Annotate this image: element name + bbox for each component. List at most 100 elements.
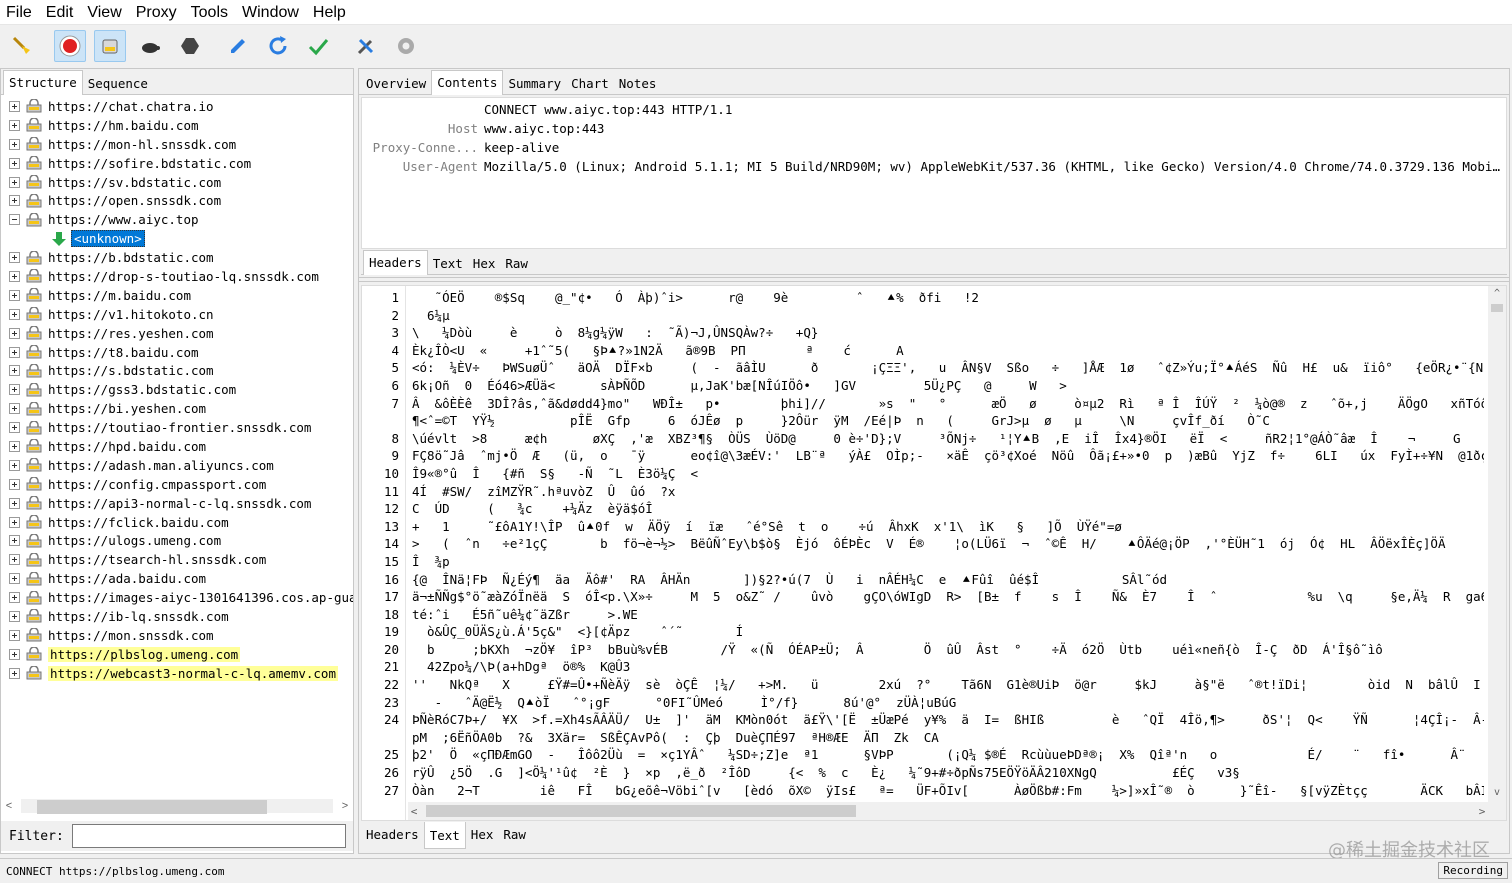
- expand-icon[interactable]: [9, 157, 20, 169]
- body-vertical-scrollbar[interactable]: ^ v: [1488, 286, 1506, 820]
- tab-request-headers[interactable]: Headers: [363, 250, 428, 275]
- tree-horizontal-scrollbar[interactable]: < >: [3, 797, 351, 815]
- tree-host-row[interactable]: https://hm.baidu.com: [1, 116, 353, 135]
- scroll-up-icon[interactable]: ^: [1488, 288, 1506, 299]
- tree-host-row[interactable]: https://toutiao-frontier.snssdk.com: [1, 418, 353, 437]
- expand-icon[interactable]: [9, 365, 20, 377]
- tab-response-hex[interactable]: Hex: [466, 823, 499, 845]
- tab-notes[interactable]: Notes: [614, 72, 662, 94]
- tree-child-row[interactable]: <unknown>: [1, 229, 353, 248]
- selected-request-label[interactable]: <unknown>: [71, 230, 145, 248]
- expand-icon[interactable]: [9, 384, 20, 396]
- tab-sequence[interactable]: Sequence: [83, 72, 153, 94]
- settings-gear-icon[interactable]: [390, 30, 422, 62]
- tab-contents[interactable]: Contents: [431, 70, 504, 95]
- breakpoint-icon[interactable]: [174, 30, 206, 62]
- tree-host-row[interactable]: https://b.bdstatic.com: [1, 248, 353, 267]
- tab-request-hex[interactable]: Hex: [468, 252, 501, 274]
- validate-check-icon[interactable]: [302, 30, 334, 62]
- expand-icon[interactable]: [9, 252, 20, 264]
- tree-host-row[interactable]: https://tsearch-hl.snssdk.com: [1, 550, 353, 569]
- expand-icon[interactable]: [9, 573, 20, 585]
- tree-host-row[interactable]: https://hpd.baidu.com: [1, 437, 353, 456]
- expand-icon[interactable]: [9, 289, 20, 301]
- turtle-icon[interactable]: [134, 30, 166, 62]
- scroll-left-icon[interactable]: <: [408, 805, 420, 818]
- tab-overview[interactable]: Overview: [361, 72, 431, 94]
- menu-help[interactable]: Help: [311, 0, 354, 25]
- expand-icon[interactable]: [9, 554, 20, 566]
- expand-icon[interactable]: [9, 346, 20, 358]
- expand-icon[interactable]: [9, 440, 20, 452]
- tab-request-text[interactable]: Text: [428, 252, 468, 274]
- tab-structure[interactable]: Structure: [3, 70, 83, 95]
- tree-host-row[interactable]: https://ib-lq.snssdk.com: [1, 607, 353, 626]
- tab-chart[interactable]: Chart: [566, 72, 614, 94]
- scroll-right-icon[interactable]: >: [1476, 805, 1488, 818]
- expand-icon[interactable]: [9, 403, 20, 415]
- body-horizontal-scrollbar[interactable]: < >: [408, 802, 1488, 820]
- throttle-icon[interactable]: [94, 30, 126, 62]
- filter-input[interactable]: [71, 824, 346, 848]
- broom-icon[interactable]: [6, 30, 38, 62]
- edit-pen-icon[interactable]: [222, 30, 254, 62]
- tree-host-row[interactable]: https://gss3.bdstatic.com: [1, 380, 353, 399]
- response-body-view[interactable]: 1 2 3 4 5 6 7 8 9 10 11 12 13 14 15 16 17 18 19 20 21 22 23 24 2…: [361, 285, 1507, 821]
- expand-icon[interactable]: [9, 100, 20, 112]
- tree-host-row[interactable]: https://adash.man.aliyuncs.com: [1, 456, 353, 475]
- tree-host-row[interactable]: https://sv.bdstatic.com: [1, 173, 353, 192]
- expand-icon[interactable]: [9, 422, 20, 434]
- tree-host-row[interactable]: https://fclick.baidu.com: [1, 513, 353, 532]
- expand-icon[interactable]: [9, 610, 20, 622]
- expand-icon[interactable]: [9, 629, 20, 641]
- tree-host-row[interactable]: https://images-aiyc-1301641396.cos.ap-gu…: [1, 588, 353, 607]
- expand-icon[interactable]: [9, 195, 20, 207]
- expand-icon[interactable]: [9, 138, 20, 150]
- tree-host-row[interactable]: https://config.cmpassport.com: [1, 475, 353, 494]
- menu-edit[interactable]: Edit: [44, 0, 82, 25]
- tree-host-row[interactable]: https://ulogs.umeng.com: [1, 531, 353, 550]
- tree-host-row[interactable]: https://chat.chatra.io: [1, 97, 353, 116]
- menu-window[interactable]: Window: [240, 0, 307, 25]
- tree-host-row[interactable]: https://bi.yeshen.com: [1, 399, 353, 418]
- scroll-thumb[interactable]: [426, 805, 856, 817]
- scroll-right-icon[interactable]: >: [339, 800, 351, 812]
- expand-icon[interactable]: [9, 270, 20, 282]
- expand-icon[interactable]: [9, 478, 20, 490]
- tree-host-row[interactable]: https://s.bdstatic.com: [1, 361, 353, 380]
- pane-splitter[interactable]: [359, 277, 1509, 282]
- tree-host-row[interactable]: https://mon-hl.snssdk.com: [1, 135, 353, 154]
- tree-host-row[interactable]: https://webcast3-normal-c-lq.amemv.com: [1, 664, 353, 683]
- expand-icon[interactable]: [9, 667, 20, 679]
- tab-summary[interactable]: Summary: [503, 72, 566, 94]
- tree-host-row[interactable]: https://v1.hitokoto.cn: [1, 305, 353, 324]
- tree-host-row[interactable]: https://res.yeshen.com: [1, 324, 353, 343]
- response-text[interactable]: ˜ÓEÖ ®$Sq @_"¢• Ó Àþ)ˆi> r@ 9è ˆ ⯅% ðfi …: [412, 290, 1484, 798]
- expand-icon[interactable]: [9, 459, 20, 471]
- expand-icon[interactable]: [9, 497, 20, 509]
- tree-host-row[interactable]: https://api3-normal-c-lq.snssdk.com: [1, 494, 353, 513]
- menu-tools[interactable]: Tools: [189, 0, 236, 25]
- scroll-left-icon[interactable]: <: [3, 800, 15, 812]
- expand-icon[interactable]: [9, 308, 20, 320]
- tab-response-headers[interactable]: Headers: [361, 823, 424, 845]
- menu-proxy[interactable]: Proxy: [134, 0, 185, 25]
- expand-icon[interactable]: [9, 327, 20, 339]
- request-headers-view[interactable]: CONNECT www.aiyc.top:443 HTTP/1.1 Host w…: [361, 97, 1507, 249]
- tree-host-row[interactable]: https://open.snssdk.com: [1, 191, 353, 210]
- tree-host-row[interactable]: https://mon.snssdk.com: [1, 626, 353, 645]
- repeat-icon[interactable]: [262, 30, 294, 62]
- scroll-thumb[interactable]: [37, 800, 267, 814]
- tab-response-raw[interactable]: Raw: [498, 823, 531, 845]
- tree-host-row[interactable]: https://sofire.bdstatic.com: [1, 154, 353, 173]
- expand-icon[interactable]: [9, 648, 20, 660]
- expand-icon[interactable]: [9, 592, 20, 604]
- collapse-icon[interactable]: [9, 214, 20, 226]
- record-icon[interactable]: [54, 30, 86, 62]
- tree-host-row[interactable]: https://drop-s-toutiao-lq.snssdk.com: [1, 267, 353, 286]
- expand-icon[interactable]: [9, 176, 20, 188]
- tab-response-text[interactable]: Text: [423, 822, 466, 849]
- tab-request-raw[interactable]: Raw: [500, 252, 533, 274]
- expand-icon[interactable]: [9, 535, 20, 547]
- expand-icon[interactable]: [9, 119, 20, 131]
